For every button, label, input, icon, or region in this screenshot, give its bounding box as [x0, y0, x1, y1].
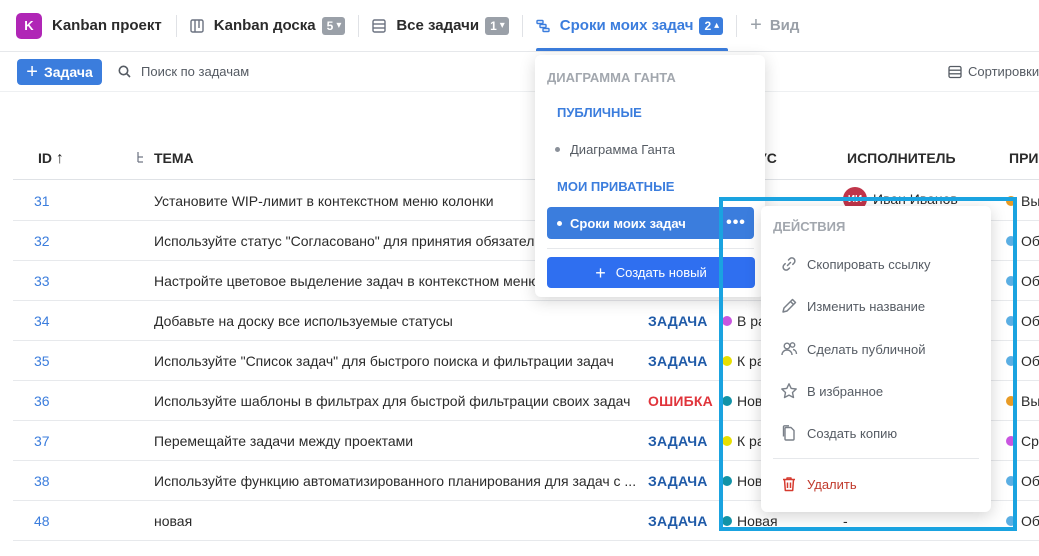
- add-view-label: Вид: [769, 17, 800, 34]
- sort-button[interactable]: Сортировки: [948, 64, 1039, 79]
- board-icon: [190, 18, 204, 33]
- list-icon: [372, 18, 387, 33]
- task-id-link[interactable]: 37: [34, 433, 50, 449]
- search-input[interactable]: Поиск по задачам: [118, 64, 249, 79]
- project-name: Kanban проект: [52, 17, 162, 34]
- sort-label: Сортировки: [968, 64, 1039, 79]
- task-type: ЗАДАЧА: [648, 473, 708, 489]
- project-switcher[interactable]: K Kanban проект: [0, 0, 176, 51]
- bullet-icon: [555, 147, 560, 152]
- priority-label: Об: [1021, 313, 1039, 329]
- gantt-icon: [536, 19, 550, 33]
- priority-label: Об: [1021, 233, 1039, 249]
- tab-count-badge[interactable]: 2 ▴: [699, 16, 724, 35]
- task-topic[interactable]: Перемещайте задачи между проектами: [154, 433, 644, 449]
- toolbar: + Задача Поиск по задачам Сортировки: [0, 52, 1039, 92]
- tree-icon[interactable]: [136, 150, 146, 166]
- private-section-title: МОИ ПРИВАТНЫЕ: [557, 179, 675, 194]
- view-item-gantt[interactable]: Диаграмма Ганта: [555, 142, 675, 157]
- view-item-label: Сроки моих задач: [570, 215, 686, 231]
- task-id-link[interactable]: 48: [34, 513, 50, 529]
- priority-label: Вы: [1021, 393, 1039, 409]
- column-id[interactable]: ID ↑: [38, 150, 64, 168]
- tab-label: Kanban доска: [213, 17, 316, 34]
- task-type: ЗАДАЧА: [648, 513, 708, 529]
- priority-label: Об: [1021, 473, 1039, 489]
- task-id-link[interactable]: 32: [34, 233, 50, 249]
- add-task-label: Задача: [43, 64, 93, 80]
- chevron-down-icon: ▾: [336, 20, 342, 31]
- task-id-link[interactable]: 38: [34, 473, 50, 489]
- priority-label: Ср: [1021, 433, 1039, 449]
- tab-count-badge[interactable]: 5 ▾: [321, 16, 346, 35]
- task-topic[interactable]: Используйте "Список задач" для быстрого …: [154, 353, 644, 369]
- column-assignee[interactable]: ИСПОЛНИТЕЛЬ: [847, 150, 956, 166]
- task-topic[interactable]: новая: [154, 513, 644, 529]
- chevron-up-icon: ▴: [714, 20, 720, 31]
- create-view-label: Создать новый: [615, 265, 707, 280]
- dropdown-header: ДИАГРАММА ГАНТА: [547, 70, 676, 85]
- view-item-label: Диаграмма Ганта: [570, 142, 675, 157]
- plus-icon: +: [595, 262, 606, 283]
- tab-label: Все задачи: [396, 17, 480, 34]
- plus-icon: +: [750, 14, 762, 36]
- top-bar: K Kanban проект Kanban доска 5 ▾ Все зада…: [0, 0, 1039, 52]
- table-header: ID ↑ ТЕМА УС ИСПОЛНИТЕЛЬ ПРИ: [13, 140, 1039, 180]
- task-type: ЗАДАЧА: [648, 353, 708, 369]
- task-id-link[interactable]: 36: [34, 393, 50, 409]
- tab-all-tasks[interactable]: Все задачи 1 ▾: [359, 0, 521, 51]
- highlight-frame: [719, 197, 1017, 531]
- column-topic[interactable]: ТЕМА: [154, 150, 194, 166]
- chevron-down-icon: ▾: [499, 20, 505, 31]
- search-placeholder: Поиск по задачам: [141, 64, 250, 79]
- task-topic[interactable]: Используйте функцию автоматизированного …: [154, 473, 644, 489]
- priority-label: Об: [1021, 353, 1039, 369]
- tab-label: Сроки моих задач: [559, 17, 694, 34]
- bullet-icon: [557, 220, 562, 226]
- task-type: ОШИБКА: [648, 393, 713, 409]
- task-id-link[interactable]: 34: [34, 313, 50, 329]
- sort-icon: [948, 65, 962, 79]
- task-type: ЗАДАЧА: [648, 433, 708, 449]
- task-id-link[interactable]: 33: [34, 273, 50, 289]
- priority-label: Об: [1021, 513, 1039, 529]
- task-topic[interactable]: Добавьте на доску все используемые стату…: [154, 313, 644, 329]
- public-section-title: ПУБЛИЧНЫЕ: [557, 105, 642, 120]
- plus-icon: +: [26, 61, 38, 83]
- sort-arrow-up-icon: ↑: [55, 150, 64, 167]
- project-logo: K: [16, 12, 42, 39]
- column-priority[interactable]: ПРИ: [1009, 150, 1038, 166]
- task-id-link[interactable]: 35: [34, 353, 50, 369]
- add-task-button[interactable]: + Задача: [17, 59, 102, 85]
- tab-my-task-deadlines[interactable]: Сроки моих задач 2 ▴: [523, 0, 736, 51]
- tab-kanban-board[interactable]: Kanban доска 5 ▾: [177, 0, 359, 51]
- priority-label: Об: [1021, 273, 1039, 289]
- add-view-button[interactable]: + Вид: [737, 0, 812, 51]
- task-id-link[interactable]: 31: [34, 193, 50, 209]
- priority-label: Вы: [1021, 193, 1039, 209]
- tab-count-badge[interactable]: 1 ▾: [485, 16, 509, 35]
- task-type: ЗАДАЧА: [648, 313, 708, 329]
- search-icon: [118, 65, 131, 78]
- task-topic[interactable]: Используйте шаблоны в фильтрах для быстр…: [154, 393, 644, 409]
